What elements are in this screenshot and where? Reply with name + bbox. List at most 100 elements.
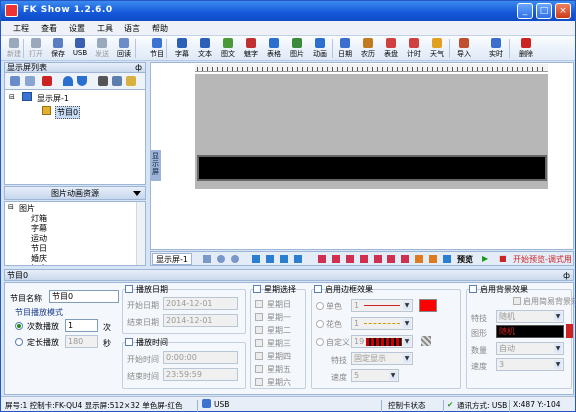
weekday-checkbox[interactable] [255,313,263,321]
toolbar-program-button[interactable]: 节目 [146,37,168,60]
toolbar-date-button[interactable]: 日期 [334,37,356,60]
program-name-input[interactable]: 节目0 [49,290,119,303]
anim-resource-header[interactable]: 图片动画资源 [4,186,146,200]
arrow-right-icon[interactable] [266,255,274,263]
effect-select[interactable]: 固定显示 ▼ [351,352,413,365]
pin-icon[interactable]: ф [135,63,142,73]
toolbar-send-button[interactable]: 发送 [91,37,113,60]
toolbar-realtime-button[interactable]: 实时 [485,37,507,60]
screen-menu-icon[interactable] [25,76,35,86]
bg-shape-red-marker[interactable] [566,324,573,338]
mode-timed-radio[interactable] [15,338,23,346]
menu-help[interactable]: 帮助 [152,23,168,34]
weekday-checkbox[interactable] [255,378,263,386]
background-checkbox[interactable] [469,285,477,293]
paste-icon[interactable] [126,76,136,86]
move-down-icon[interactable] [77,76,87,86]
minimize-button[interactable]: _ [517,3,533,19]
delete-icon[interactable] [42,76,52,86]
menu-language[interactable]: 语言 [124,23,140,34]
close-button[interactable]: × [555,3,571,19]
border-flower-radio[interactable] [316,320,324,328]
week-checkbox[interactable] [253,285,261,293]
toolbar-lunar-button[interactable]: 农历 [357,37,379,60]
toolbar-animation-button[interactable]: 动画 [309,37,331,60]
toolbar-weather-button[interactable]: 天气 [426,37,448,60]
tree-item-program[interactable]: 节目0 [55,106,81,119]
border-custom-radio[interactable] [316,338,324,346]
move-up-icon[interactable] [63,76,73,86]
bg-effect-select[interactable]: 随机 ▼ [496,310,564,323]
time-checkbox[interactable] [125,338,133,346]
menu-tools[interactable]: 工具 [97,23,113,34]
toolbar-usb-button[interactable]: USB [69,37,91,60]
tree-item-screen[interactable]: 显示屏-1 [37,93,69,104]
toolbar-text-button[interactable]: 文本 [194,37,216,60]
end-date-input[interactable]: 2014-12-01 [163,314,238,327]
arrow-down-icon[interactable] [294,255,302,263]
start-date-input[interactable]: 2014-12-01 [163,297,238,310]
align-first-icon[interactable] [318,255,326,263]
arrow-left-icon[interactable] [252,255,260,263]
align-right-icon[interactable] [360,255,368,263]
preview-label[interactable]: 预览 [457,254,473,265]
border-single-radio[interactable] [316,302,324,310]
date-checkbox[interactable] [125,285,133,293]
chevron-down-icon[interactable] [133,191,141,196]
led-screen-preview[interactable] [197,155,547,181]
border-checkbox[interactable] [314,285,322,293]
start-preview-debug[interactable]: 开始预览-调式用 [513,254,572,265]
toolbar-glyph-button[interactable]: 魅字 [240,37,262,60]
weekday-checkbox[interactable] [255,365,263,373]
cut-icon[interactable] [98,76,108,86]
vertical-stretch-icon[interactable] [429,255,437,263]
timed-input[interactable]: 180 [65,335,98,348]
tab-screen-1[interactable]: 显示屏-1 [152,253,192,265]
menu-project[interactable]: 工程 [13,23,29,34]
toolbar-new-button[interactable]: 新建 [3,37,25,60]
zoom-fit-icon[interactable] [203,255,211,263]
toolbar-readback-button[interactable]: 回读 [113,37,135,60]
horizontal-stretch-icon[interactable] [415,255,423,263]
align-top-icon[interactable] [387,255,395,263]
align-bottom-icon[interactable] [401,255,409,263]
bg-count-select[interactable]: 自动 ▼ [496,342,564,355]
zoom-in-icon[interactable] [217,255,225,263]
align-left-icon[interactable] [332,255,340,263]
weekday-checkbox[interactable] [255,326,263,334]
collapse-icon[interactable]: ⊟ [9,93,15,101]
weekday-checkbox[interactable] [255,339,263,347]
props-pin-icon[interactable]: ф [563,270,570,281]
start-time-input[interactable]: 0:00:00 [163,351,238,364]
menu-view[interactable]: 查看 [41,23,57,34]
simple-bg-checkbox[interactable] [513,297,521,305]
toolbar-table-button[interactable]: 表格 [263,37,285,60]
align-center-icon[interactable] [346,255,354,263]
toolbar-import-button[interactable]: 导入 [453,37,475,60]
maximize-button[interactable]: □ [536,3,552,19]
pattern-icon[interactable] [421,336,431,346]
bg-shape-select[interactable]: 随机 [496,325,564,338]
toolbar-dial-button[interactable]: 表盘 [380,37,402,60]
count-input[interactable]: 1 [65,319,98,332]
border-flower-select[interactable]: 1 ▼ [351,317,413,330]
toolbar-save-button[interactable]: 保存 [47,37,69,60]
weekday-checkbox[interactable] [255,352,263,360]
menu-settings[interactable]: 设置 [69,23,85,34]
weekday-checkbox[interactable] [255,300,263,308]
mode-count-radio[interactable] [15,322,23,330]
border-single-select[interactable]: 1 ▼ [351,299,413,312]
anim-tree-scrollbar[interactable] [136,202,145,265]
anim-tree-item[interactable]: 好吉 [31,263,47,265]
toolbar-open-button[interactable]: 打开 [25,37,47,60]
align-last-icon[interactable] [374,255,382,263]
toolbar-image-text-button[interactable]: 图文 [217,37,239,60]
copy-icon[interactable] [112,76,122,86]
stop-icon[interactable]: ■ [499,254,507,263]
collapse-icon[interactable]: ⊟ [8,203,14,211]
play-icon[interactable]: ▶ [482,254,488,263]
bg-speed-select[interactable]: 3 ▼ [496,358,564,371]
border-custom-select[interactable]: 19 ▼ [351,335,413,348]
toolbar-delete-button[interactable]: 删除 [515,37,537,60]
toolbar-subtitle-button[interactable]: 字幕 [171,37,193,60]
